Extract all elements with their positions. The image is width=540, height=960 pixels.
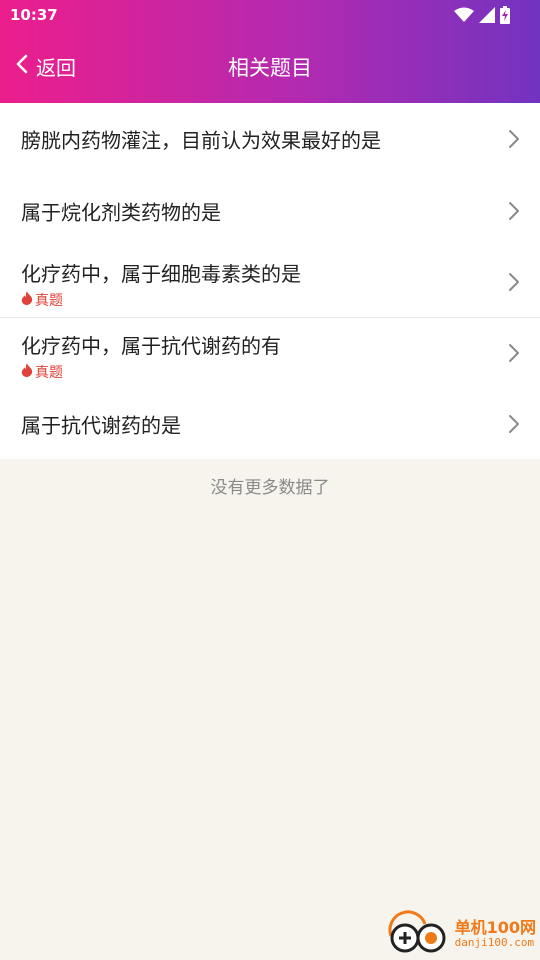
watermark-title: 单机100网 xyxy=(454,917,536,937)
question-text: 化疗药中，属于抗代谢药的有 xyxy=(21,334,281,358)
status-bar: 10:37 xyxy=(0,0,540,30)
wifi-icon xyxy=(454,7,474,23)
flame-icon xyxy=(21,363,33,381)
question-row[interactable]: 化疗药中，属于抗代谢药的有 真题 xyxy=(0,317,540,388)
chevron-right-icon xyxy=(508,343,520,367)
tag-label: 真题 xyxy=(35,293,63,309)
question-text: 属于烷化剂类药物的是 xyxy=(21,200,221,224)
question-row[interactable]: 属于烷化剂类药物的是 xyxy=(0,175,540,246)
nav-bar: 返回 相关题目 xyxy=(0,36,540,96)
question-row[interactable]: 属于抗代谢药的是 xyxy=(0,388,540,459)
question-row[interactable]: 膀胱内药物灌注，目前认为效果最好的是 xyxy=(0,103,540,175)
chevron-right-icon xyxy=(508,272,520,296)
site-watermark: 单机100网 danji100.com xyxy=(385,910,536,958)
tag-label: 真题 xyxy=(35,365,63,381)
real-exam-tag: 真题 xyxy=(21,362,63,382)
no-more-data-text: 没有更多数据了 xyxy=(210,478,330,498)
question-text: 化疗药中，属于细胞毒素类的是 xyxy=(21,262,301,286)
page-title: 相关题目 xyxy=(228,56,312,80)
status-icons xyxy=(454,6,510,24)
chevron-right-icon xyxy=(508,129,520,153)
chevron-right-icon xyxy=(508,414,520,438)
question-list: 膀胱内药物灌注，目前认为效果最好的是 属于烷化剂类药物的是 化疗药中，属于细胞毒… xyxy=(0,103,540,459)
question-text: 属于抗代谢药的是 xyxy=(21,413,181,437)
flame-icon xyxy=(21,291,33,309)
app-header: 10:37 返回 相关题目 xyxy=(0,0,540,103)
question-row[interactable]: 化疗药中，属于细胞毒素类的是 真题 xyxy=(0,246,540,317)
question-text: 膀胱内药物灌注，目前认为效果最好的是 xyxy=(21,128,381,153)
signal-icon xyxy=(479,7,495,23)
status-time: 10:37 xyxy=(10,6,58,24)
watermark-text: 单机100网 danji100.com xyxy=(454,917,536,949)
chevron-right-icon xyxy=(508,201,520,225)
watermark-logo-icon xyxy=(385,910,449,958)
watermark-subtitle: danji100.com xyxy=(454,935,535,949)
battery-charging-icon xyxy=(500,6,510,24)
real-exam-tag: 真题 xyxy=(21,290,63,310)
